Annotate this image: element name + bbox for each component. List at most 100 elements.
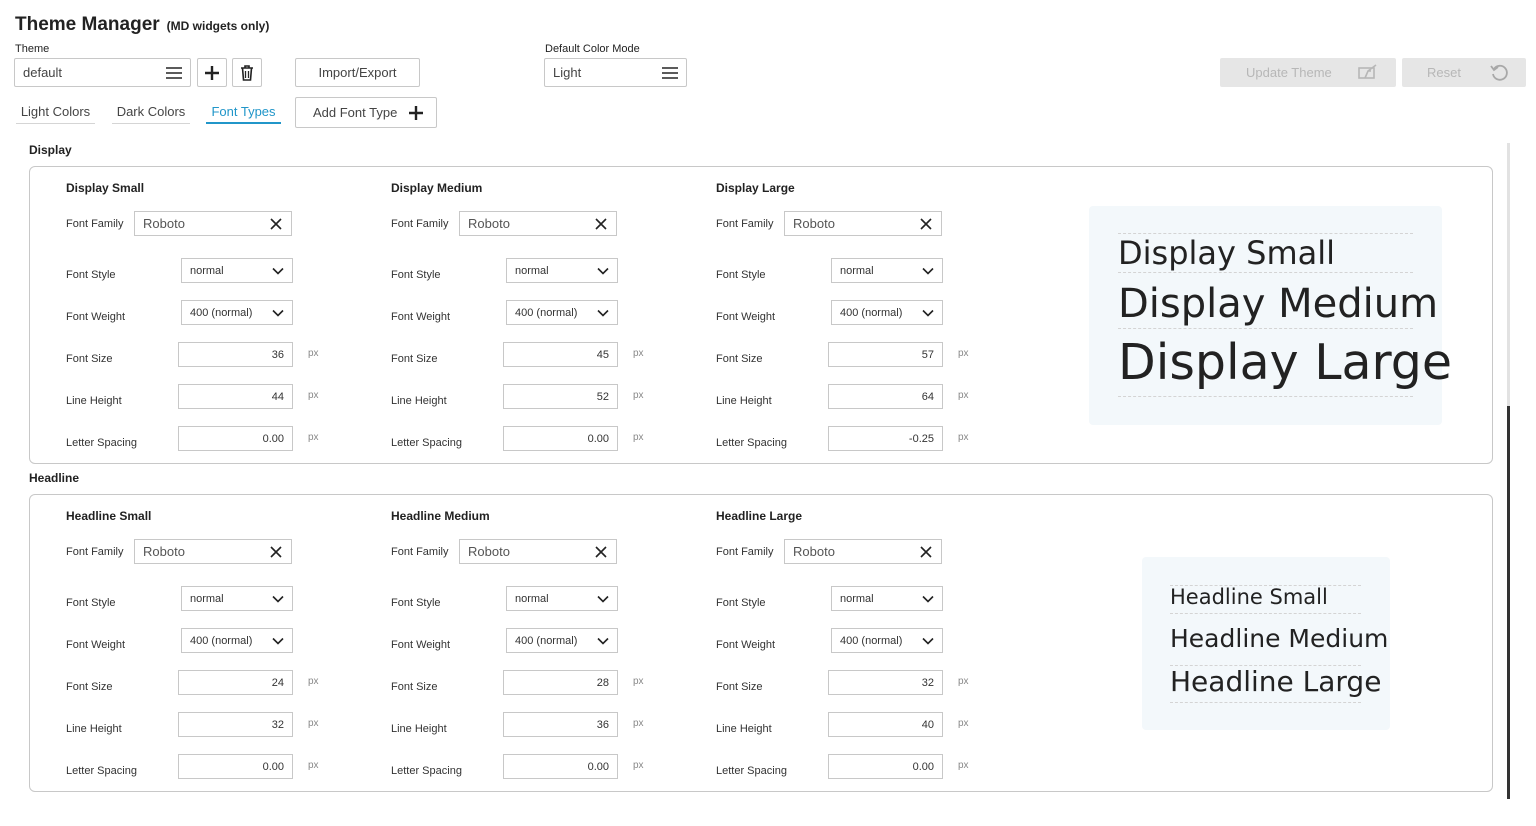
font-size-input[interactable]: 57 [828, 342, 943, 367]
font-type-column: Display Medium Font Family Roboto Font Styl… [391, 181, 721, 451]
font-family-input[interactable]: Roboto [459, 539, 617, 564]
font-type-title: Display Medium [391, 181, 483, 195]
unit-label: px [308, 760, 319, 771]
chevron-down-icon [597, 309, 609, 317]
line-height-input[interactable]: 32 [178, 712, 293, 737]
unit-label: px [633, 676, 644, 687]
line-height-input[interactable]: 52 [503, 384, 618, 409]
font-family-value: Roboto [468, 216, 510, 231]
font-family-input[interactable]: Roboto [459, 211, 617, 236]
letter-spacing-input[interactable]: -0.25 [828, 426, 943, 451]
font-size-input[interactable]: 24 [178, 670, 293, 695]
unit-label: px [633, 718, 644, 729]
line-height-label: Line Height [716, 723, 772, 735]
font-style-value: normal [515, 592, 549, 605]
font-weight-select[interactable]: 400 (normal) [181, 628, 293, 653]
line-height-value: 52 [596, 390, 609, 403]
close-icon[interactable] [270, 218, 282, 230]
letter-spacing-input[interactable]: 0.00 [178, 754, 293, 779]
font-type-title: Display Large [716, 181, 795, 195]
section-title: Headline [29, 471, 80, 485]
letter-spacing-input[interactable]: 0.00 [828, 754, 943, 779]
chevron-down-icon [272, 595, 284, 603]
letter-spacing-value: 0.00 [587, 432, 609, 445]
font-size-value: 57 [921, 348, 934, 361]
font-size-label: Font Size [716, 353, 763, 365]
font-size-label: Font Size [391, 353, 438, 365]
font-weight-select[interactable]: 400 (normal) [831, 300, 943, 325]
font-weight-select[interactable]: 400 (normal) [831, 628, 943, 653]
close-icon[interactable] [920, 218, 932, 230]
font-style-select[interactable]: normal [506, 586, 618, 611]
font-style-select[interactable]: normal [181, 258, 293, 283]
letter-spacing-value: 0.00 [912, 760, 934, 773]
unit-label: px [308, 390, 319, 401]
font-family-label: Font Family [391, 546, 449, 558]
scrollbar-thumb[interactable] [1507, 406, 1510, 799]
font-style-select[interactable]: normal [506, 258, 618, 283]
tab-dark-colors[interactable]: Dark Colors [112, 98, 190, 124]
font-weight-value: 400 (normal) [515, 306, 578, 319]
close-icon[interactable] [595, 218, 607, 230]
font-weight-label: Font Weight [391, 639, 451, 651]
line-height-input[interactable]: 36 [503, 712, 618, 737]
line-height-value: 64 [921, 390, 934, 403]
unit-label: px [958, 676, 969, 687]
font-weight-value: 400 (normal) [190, 306, 253, 319]
font-weight-select[interactable]: 400 (normal) [506, 300, 618, 325]
font-type-title: Headline Large [716, 509, 803, 523]
letter-spacing-input[interactable]: 0.00 [178, 426, 293, 451]
font-family-input[interactable]: Roboto [134, 211, 292, 236]
font-style-select[interactable]: normal [181, 586, 293, 611]
theme-select[interactable]: default [14, 58, 191, 87]
delete-theme-button[interactable] [232, 58, 262, 87]
unit-label: px [958, 390, 969, 401]
font-size-input[interactable]: 45 [503, 342, 618, 367]
plus-icon [409, 106, 423, 120]
font-family-label: Font Family [66, 546, 124, 558]
font-weight-select[interactable]: 400 (normal) [506, 628, 618, 653]
color-mode-select[interactable]: Light [544, 58, 687, 87]
tab-font-types[interactable]: Font Types [206, 98, 281, 124]
add-font-type-button[interactable]: Add Font Type [295, 97, 437, 128]
update-theme-button[interactable]: Update Theme [1220, 58, 1396, 87]
font-family-input[interactable]: Roboto [134, 539, 292, 564]
font-style-select[interactable]: normal [831, 586, 943, 611]
chevron-down-icon [597, 595, 609, 603]
reset-button[interactable]: Reset [1402, 58, 1526, 87]
preview-sample-text: Headline Medium [1170, 624, 1389, 653]
letter-spacing-input[interactable]: 0.00 [503, 426, 618, 451]
page-title: Theme Manager [15, 14, 160, 35]
letter-spacing-label: Letter Spacing [66, 765, 137, 777]
close-icon[interactable] [920, 546, 932, 558]
font-size-value: 45 [596, 348, 609, 361]
letter-spacing-label: Letter Spacing [391, 437, 462, 449]
letter-spacing-input[interactable]: 0.00 [503, 754, 618, 779]
font-family-input[interactable]: Roboto [784, 539, 942, 564]
font-style-label: Font Style [716, 597, 766, 609]
add-theme-button[interactable] [197, 58, 227, 87]
line-height-label: Line Height [66, 395, 122, 407]
font-style-select[interactable]: normal [831, 258, 943, 283]
font-size-input[interactable]: 32 [828, 670, 943, 695]
line-height-input[interactable]: 40 [828, 712, 943, 737]
font-type-title: Display Small [66, 181, 145, 195]
tab-light-colors[interactable]: Light Colors [16, 98, 95, 124]
import-export-button[interactable]: Import/Export [295, 58, 420, 87]
font-family-input[interactable]: Roboto [784, 211, 942, 236]
line-height-input[interactable]: 44 [178, 384, 293, 409]
font-type-column: Display Large Font Family Roboto Font Style… [716, 181, 1046, 451]
close-icon[interactable] [270, 546, 282, 558]
font-size-input[interactable]: 28 [503, 670, 618, 695]
close-icon[interactable] [595, 546, 607, 558]
font-weight-value: 400 (normal) [840, 634, 903, 647]
chevron-down-icon [272, 637, 284, 645]
color-mode-label: Default Color Mode [545, 43, 640, 55]
unit-label: px [308, 432, 319, 443]
chevron-down-icon [272, 267, 284, 275]
line-height-input[interactable]: 64 [828, 384, 943, 409]
font-weight-select[interactable]: 400 (normal) [181, 300, 293, 325]
font-size-input[interactable]: 36 [178, 342, 293, 367]
font-type-title: Headline Small [66, 509, 152, 523]
unit-label: px [633, 390, 644, 401]
